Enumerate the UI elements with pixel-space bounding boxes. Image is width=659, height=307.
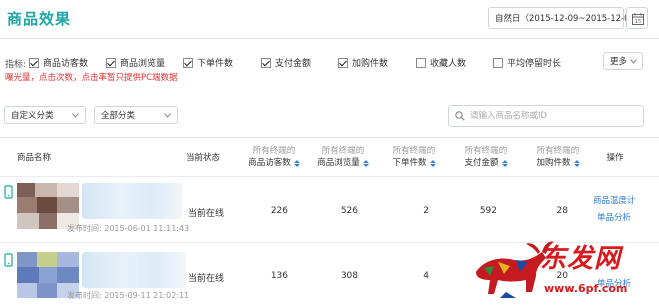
favorites-checkbox[interactable]	[416, 57, 426, 68]
cell-visitors: 136	[270, 271, 288, 281]
watermark-url: www.6pf.com	[544, 282, 628, 295]
calendar-icon: 15	[632, 13, 644, 25]
product-name-blurred[interactable]	[82, 252, 186, 288]
metric-label: 收藏人数	[430, 59, 467, 69]
more-label: 更多	[610, 57, 628, 67]
product-thermometer-link[interactable]: 商品温度计	[593, 194, 636, 206]
metric-label: 下单件数	[197, 59, 234, 69]
product-name-blurred[interactable]	[82, 183, 182, 219]
product-status: 当前在线	[188, 209, 225, 219]
metric-visitors[interactable]: 商品访客数	[29, 56, 88, 69]
chevron-down-icon	[630, 58, 637, 64]
avg-stay-checkbox[interactable]	[493, 57, 503, 68]
pc-only-warning: 曝光量，点击次数，点击率暂只提供PC端数据	[5, 73, 178, 83]
mobile-icon	[4, 253, 13, 267]
metric-views[interactable]: 商品浏览量	[106, 56, 165, 69]
date-range-selector[interactable]: 自然日（2015-12-09~2015-12-09）	[488, 7, 643, 29]
search-input[interactable]	[470, 111, 640, 121]
custom-category-select[interactable]: 自定义分类	[4, 106, 86, 124]
chevron-down-icon	[72, 112, 79, 118]
col-header-views[interactable]: 所有终端的 商品浏览量	[313, 145, 373, 169]
publish-time: 发布时间: 2015-09-11 21:02:11	[67, 291, 190, 300]
page-title: 商品效果	[7, 10, 72, 28]
cell-cart: 28	[556, 206, 568, 216]
metric-label: 平均停留时长	[507, 59, 562, 69]
cell-views: 308	[340, 271, 358, 281]
chevron-down-icon	[164, 112, 171, 118]
cell-views: 526	[340, 206, 358, 216]
cell-visitors: 226	[270, 206, 288, 216]
metrics-label: 指标:	[5, 60, 27, 70]
more-dropdown[interactable]: 更多	[603, 52, 643, 70]
metric-orders[interactable]: 下单件数	[183, 56, 233, 69]
header-divider	[0, 38, 659, 39]
col-header-cart[interactable]: 所有终端的 加购件数	[528, 145, 588, 169]
metric-favorites[interactable]: 收藏人数	[416, 56, 466, 69]
metric-label: 加购件数	[352, 59, 389, 69]
col-header-payment[interactable]: 所有终端的 支付金额	[456, 145, 516, 169]
select-value: 全部分类	[101, 111, 136, 121]
svg-text:15: 15	[635, 19, 641, 25]
publish-time: 发布时间: 2015-06-01 11:11:43	[67, 224, 190, 233]
sort-icon	[362, 159, 369, 167]
sort-icon	[293, 159, 300, 167]
payment-checkbox[interactable]	[261, 57, 271, 68]
search-icon	[455, 111, 465, 121]
metric-label: 商品浏览量	[120, 59, 166, 69]
orders-checkbox[interactable]	[183, 57, 193, 68]
col-header-status: 当前状态	[186, 153, 221, 163]
cell-orders: 4	[423, 271, 429, 281]
cell-orders: 2	[423, 206, 429, 216]
metric-label: 支付金额	[275, 59, 312, 69]
select-value: 自定义分类	[11, 111, 54, 121]
all-category-select[interactable]: 全部分类	[94, 106, 178, 124]
calendar-button[interactable]: 15	[626, 7, 648, 29]
product-search[interactable]	[448, 105, 644, 127]
mobile-icon	[4, 185, 13, 199]
views-checkbox[interactable]	[106, 57, 116, 68]
col-header-visitors[interactable]: 所有终端的 商品访客数	[244, 145, 304, 169]
table-top-divider	[0, 137, 659, 138]
col-header-actions: 操作	[606, 153, 624, 163]
metric-cart[interactable]: 加购件数	[338, 56, 388, 69]
product-status: 当前在线	[188, 274, 225, 284]
cart-checkbox[interactable]	[338, 57, 348, 68]
site-watermark: 东发网 www.6pf.com	[470, 232, 656, 304]
col-header-name: 商品名称	[17, 153, 52, 163]
sort-icon	[429, 159, 436, 167]
metric-payment[interactable]: 支付金额	[261, 56, 311, 69]
header-row-divider	[0, 176, 659, 177]
sort-icon	[573, 159, 580, 167]
sort-icon	[501, 159, 508, 167]
metric-label: 商品访客数	[43, 59, 89, 69]
cell-payment: 592	[479, 206, 497, 216]
metric-avg-stay[interactable]: 平均停留时长	[493, 56, 561, 69]
product-analysis-link[interactable]: 单品分析	[597, 211, 631, 223]
col-header-orders[interactable]: 所有终端的 下单件数	[384, 145, 444, 169]
watermark-text: 东发网	[540, 244, 622, 274]
visitors-checkbox[interactable]	[29, 57, 39, 68]
